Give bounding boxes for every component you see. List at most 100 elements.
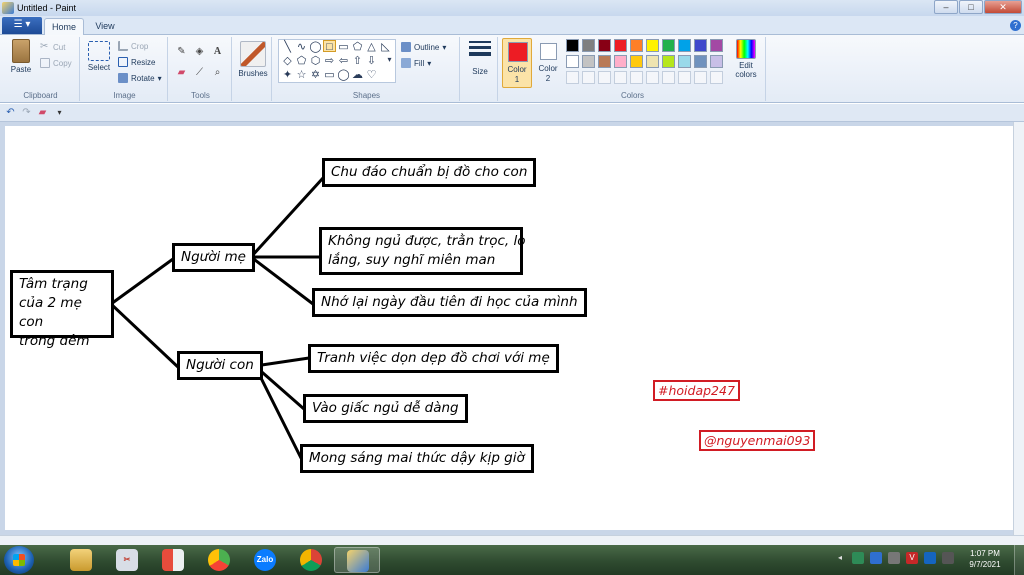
tab-view[interactable]: View bbox=[88, 18, 122, 36]
six-point-star-shape-icon[interactable]: ✡ bbox=[309, 69, 322, 81]
down-arrow-shape-icon[interactable]: ⇩ bbox=[365, 55, 378, 67]
paint-app-icon[interactable] bbox=[2, 2, 14, 14]
copy-button[interactable]: Copy bbox=[40, 58, 72, 68]
rotate-button[interactable]: Rotate ▾ bbox=[118, 73, 162, 83]
palette-swatch[interactable] bbox=[678, 55, 691, 68]
close-button[interactable]: ✕ bbox=[984, 0, 1022, 14]
select-button[interactable]: Select bbox=[85, 41, 113, 72]
palette-empty-swatch[interactable] bbox=[566, 71, 579, 84]
palette-swatch[interactable] bbox=[662, 39, 675, 52]
five-point-star-shape-icon[interactable]: ☆ bbox=[295, 69, 308, 81]
network-tray-icon[interactable] bbox=[852, 552, 864, 564]
oval-shape-icon[interactable]: ◯ bbox=[309, 41, 322, 53]
file-menu-button[interactable]: ☰ ▾ bbox=[2, 17, 42, 34]
start-button[interactable] bbox=[4, 546, 34, 574]
palette-swatch[interactable] bbox=[582, 55, 595, 68]
taskbar-paint[interactable] bbox=[334, 547, 380, 573]
line-shape-icon[interactable]: ╲ bbox=[281, 41, 294, 53]
outline-button[interactable]: Outline ▾ bbox=[401, 42, 446, 52]
palette-swatch[interactable] bbox=[694, 39, 707, 52]
palette-swatch[interactable] bbox=[710, 55, 723, 68]
palette-empty-swatch[interactable] bbox=[614, 71, 627, 84]
color1-button[interactable]: Color 1 bbox=[502, 38, 532, 88]
help-icon[interactable]: ? bbox=[1010, 20, 1021, 31]
minimize-button[interactable]: – bbox=[934, 0, 958, 14]
taskbar-app-grid[interactable] bbox=[150, 547, 196, 573]
show-desktop-button[interactable] bbox=[1014, 545, 1024, 575]
size-button[interactable]: Size bbox=[465, 41, 495, 76]
palette-empty-swatch[interactable] bbox=[582, 71, 595, 84]
palette-empty-swatch[interactable] bbox=[630, 71, 643, 84]
curve-shape-icon[interactable]: ∿ bbox=[295, 41, 308, 53]
palette-swatch[interactable] bbox=[630, 55, 643, 68]
palette-swatch[interactable] bbox=[710, 39, 723, 52]
tab-home[interactable]: Home bbox=[44, 18, 84, 36]
color2-button[interactable]: Color 2 bbox=[534, 38, 562, 88]
palette-empty-swatch[interactable] bbox=[710, 71, 723, 84]
palette-swatch[interactable] bbox=[614, 55, 627, 68]
rounded-rectangle-shape-icon[interactable]: ▭ bbox=[337, 41, 350, 53]
customize-qab-icon[interactable]: ▾ bbox=[54, 107, 65, 118]
eraser-icon[interactable]: ▰ bbox=[174, 65, 189, 80]
palette-swatch[interactable] bbox=[566, 39, 579, 52]
brushes-button[interactable]: Brushes bbox=[236, 41, 270, 78]
four-point-star-shape-icon[interactable]: ✦ bbox=[281, 69, 294, 81]
up-arrow-shape-icon[interactable]: ⇧ bbox=[351, 55, 364, 67]
text-tool-icon[interactable]: A bbox=[210, 44, 225, 59]
magnifier-icon[interactable]: ⌕ bbox=[210, 65, 225, 80]
palette-swatch[interactable] bbox=[614, 39, 627, 52]
palette-swatch[interactable] bbox=[582, 39, 595, 52]
pentagon-shape-icon[interactable]: ⬠ bbox=[295, 55, 308, 67]
taskbar-explorer[interactable] bbox=[58, 547, 104, 573]
horizontal-scrollbar[interactable] bbox=[0, 535, 1024, 545]
heart-shape-icon[interactable]: ♡ bbox=[365, 69, 378, 81]
callout-cloud-shape-icon[interactable]: ☁ bbox=[351, 69, 364, 81]
show-hidden-icons[interactable]: ◂ bbox=[834, 552, 846, 564]
palette-swatch[interactable] bbox=[694, 55, 707, 68]
bluetooth-tray-icon[interactable] bbox=[870, 552, 882, 564]
right-triangle-shape-icon[interactable]: ◺ bbox=[379, 41, 392, 53]
palette-empty-swatch[interactable] bbox=[662, 71, 675, 84]
palette-empty-swatch[interactable] bbox=[646, 71, 659, 84]
shapes-gallery[interactable]: ╲ ∿ ◯ □ ▭ ⬠ △ ◺ ◇ ⬠ ⬡ ⇨ ⇦ ⇧ ⇩ ✦ ☆ ✡ ▭ ◯ … bbox=[278, 39, 396, 83]
messenger-tray-icon[interactable] bbox=[924, 552, 936, 564]
palette-swatch[interactable] bbox=[630, 39, 643, 52]
palette-swatch[interactable] bbox=[678, 39, 691, 52]
callout-rectangle-shape-icon[interactable]: ▭ bbox=[323, 69, 336, 81]
polygon-shape-icon[interactable]: ⬠ bbox=[351, 41, 364, 53]
undo-icon[interactable]: ↶ bbox=[5, 107, 16, 118]
callout-oval-shape-icon[interactable]: ◯ bbox=[337, 69, 350, 81]
monitor-tray-icon[interactable] bbox=[888, 552, 900, 564]
left-arrow-shape-icon[interactable]: ⇦ bbox=[337, 55, 350, 67]
paste-button[interactable]: Paste bbox=[6, 39, 36, 74]
rectangle-shape-icon[interactable]: □ bbox=[323, 40, 336, 53]
antivirus-tray-icon[interactable]: V bbox=[906, 552, 918, 564]
palette-swatch[interactable] bbox=[646, 55, 659, 68]
crop-button[interactable]: Crop bbox=[118, 41, 148, 51]
volume-tray-icon[interactable] bbox=[942, 552, 954, 564]
fill-button[interactable]: Fill ▾ bbox=[401, 58, 431, 68]
diamond-shape-icon[interactable]: ◇ bbox=[281, 55, 294, 67]
hexagon-shape-icon[interactable]: ⬡ bbox=[309, 55, 322, 67]
eraser-qab-icon[interactable]: ▰ bbox=[37, 107, 48, 118]
resize-button[interactable]: Resize bbox=[118, 57, 155, 67]
palette-swatch[interactable] bbox=[662, 55, 675, 68]
palette-empty-swatch[interactable] bbox=[598, 71, 611, 84]
palette-swatch[interactable] bbox=[598, 55, 611, 68]
fill-bucket-icon[interactable]: ◈ bbox=[192, 44, 207, 59]
taskbar-coccoc[interactable] bbox=[196, 547, 242, 573]
color-picker-icon[interactable]: ⟋ bbox=[192, 65, 207, 80]
vertical-scrollbar[interactable] bbox=[1013, 122, 1024, 535]
taskbar-snipping-tool[interactable]: ✂ bbox=[104, 547, 150, 573]
palette-swatch[interactable] bbox=[566, 55, 579, 68]
right-arrow-shape-icon[interactable]: ⇨ bbox=[323, 55, 336, 67]
triangle-shape-icon[interactable]: △ bbox=[365, 41, 378, 53]
palette-swatch[interactable] bbox=[598, 39, 611, 52]
edit-colors-button[interactable]: Edit colors bbox=[730, 39, 762, 79]
cut-button[interactable]: ✂ Cut bbox=[40, 42, 65, 52]
palette-empty-swatch[interactable] bbox=[694, 71, 707, 84]
palette-empty-swatch[interactable] bbox=[678, 71, 691, 84]
system-clock[interactable]: 1:07 PM 9/7/2021 bbox=[962, 548, 1008, 570]
maximize-button[interactable]: □ bbox=[959, 0, 983, 14]
drawing-canvas[interactable]: Tâm trạng của 2 mẹ con trong đêm Người m… bbox=[5, 126, 1013, 530]
